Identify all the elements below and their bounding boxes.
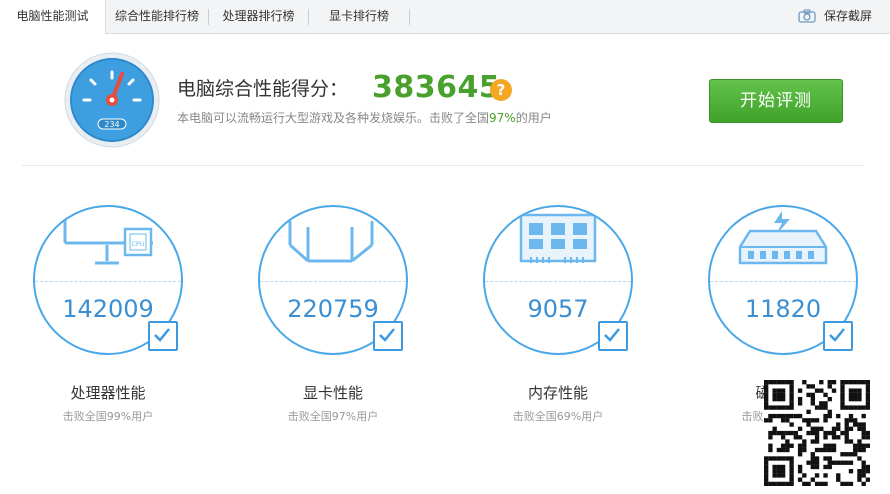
cpu-performance-card: CPU 142009 处理器性能 击败全国99%用户 [33,205,183,430]
circle-divider [260,281,406,282]
memory-score: 9057 [527,295,589,323]
tab-bar: 电脑性能测试 综合性能排行榜 处理器排行榜 显卡排行榜 保存截屏 [0,0,890,34]
gpu-performance-card: 220759 显卡性能 击败全国97%用户 [258,205,408,430]
circle-divider [35,281,181,282]
help-icon[interactable]: ? [490,79,512,101]
section-divider [22,165,864,166]
save-screenshot-label: 保存截屏 [824,9,873,23]
disk-score: 11820 [744,295,822,323]
cpu-check-icon [148,321,178,351]
cpu-label: 处理器性能 [70,384,146,402]
speedometer-icon: 234 [64,52,160,148]
circle-divider [710,281,856,282]
overall-score: 383645 [372,70,501,105]
tab-gpu-ranking[interactable]: 显卡排行榜 [309,0,409,33]
cpu-chip-label: CPU [131,240,144,248]
camera-icon [798,9,816,23]
memory-check-icon [598,321,628,351]
cpu-rank: 击败全国99%用户 [62,410,154,423]
tab-separator [409,9,410,25]
score-desc-percent: 97% [489,111,516,125]
score-desc-suffix: 的用户 [515,111,552,125]
memory-performance-card: 9057 内存性能 击败全国69%用户 [483,205,633,430]
memory-label: 内存性能 [527,384,588,402]
tab-pc-test[interactable]: 电脑性能测试 [0,0,106,34]
memory-rank: 击败全国69%用户 [512,410,604,423]
odometer-text: 234 [104,120,119,129]
circle-divider [485,281,631,282]
qr-code-image [764,380,871,487]
gpu-rank: 击败全国97%用户 [287,410,379,423]
score-title: 电脑综合性能得分： [177,78,349,100]
score-desc-prefix: 本电脑可以流畅运行大型游戏及各种发烧娱乐。击败了全国 [177,111,490,125]
cpu-score: 142009 [62,295,154,323]
gpu-check-icon [373,321,403,351]
start-test-button[interactable]: 开始评测 [709,79,843,123]
gpu-label: 显卡性能 [302,384,363,402]
gpu-score: 220759 [287,295,379,323]
disk-check-icon [823,321,853,351]
tab-overall-ranking[interactable]: 综合性能排行榜 [106,0,208,33]
tab-cpu-ranking[interactable]: 处理器排行榜 [209,0,308,33]
score-description: 本电脑可以流畅运行大型游戏及各种发烧娱乐。击败了全国97%的用户 [177,109,552,126]
